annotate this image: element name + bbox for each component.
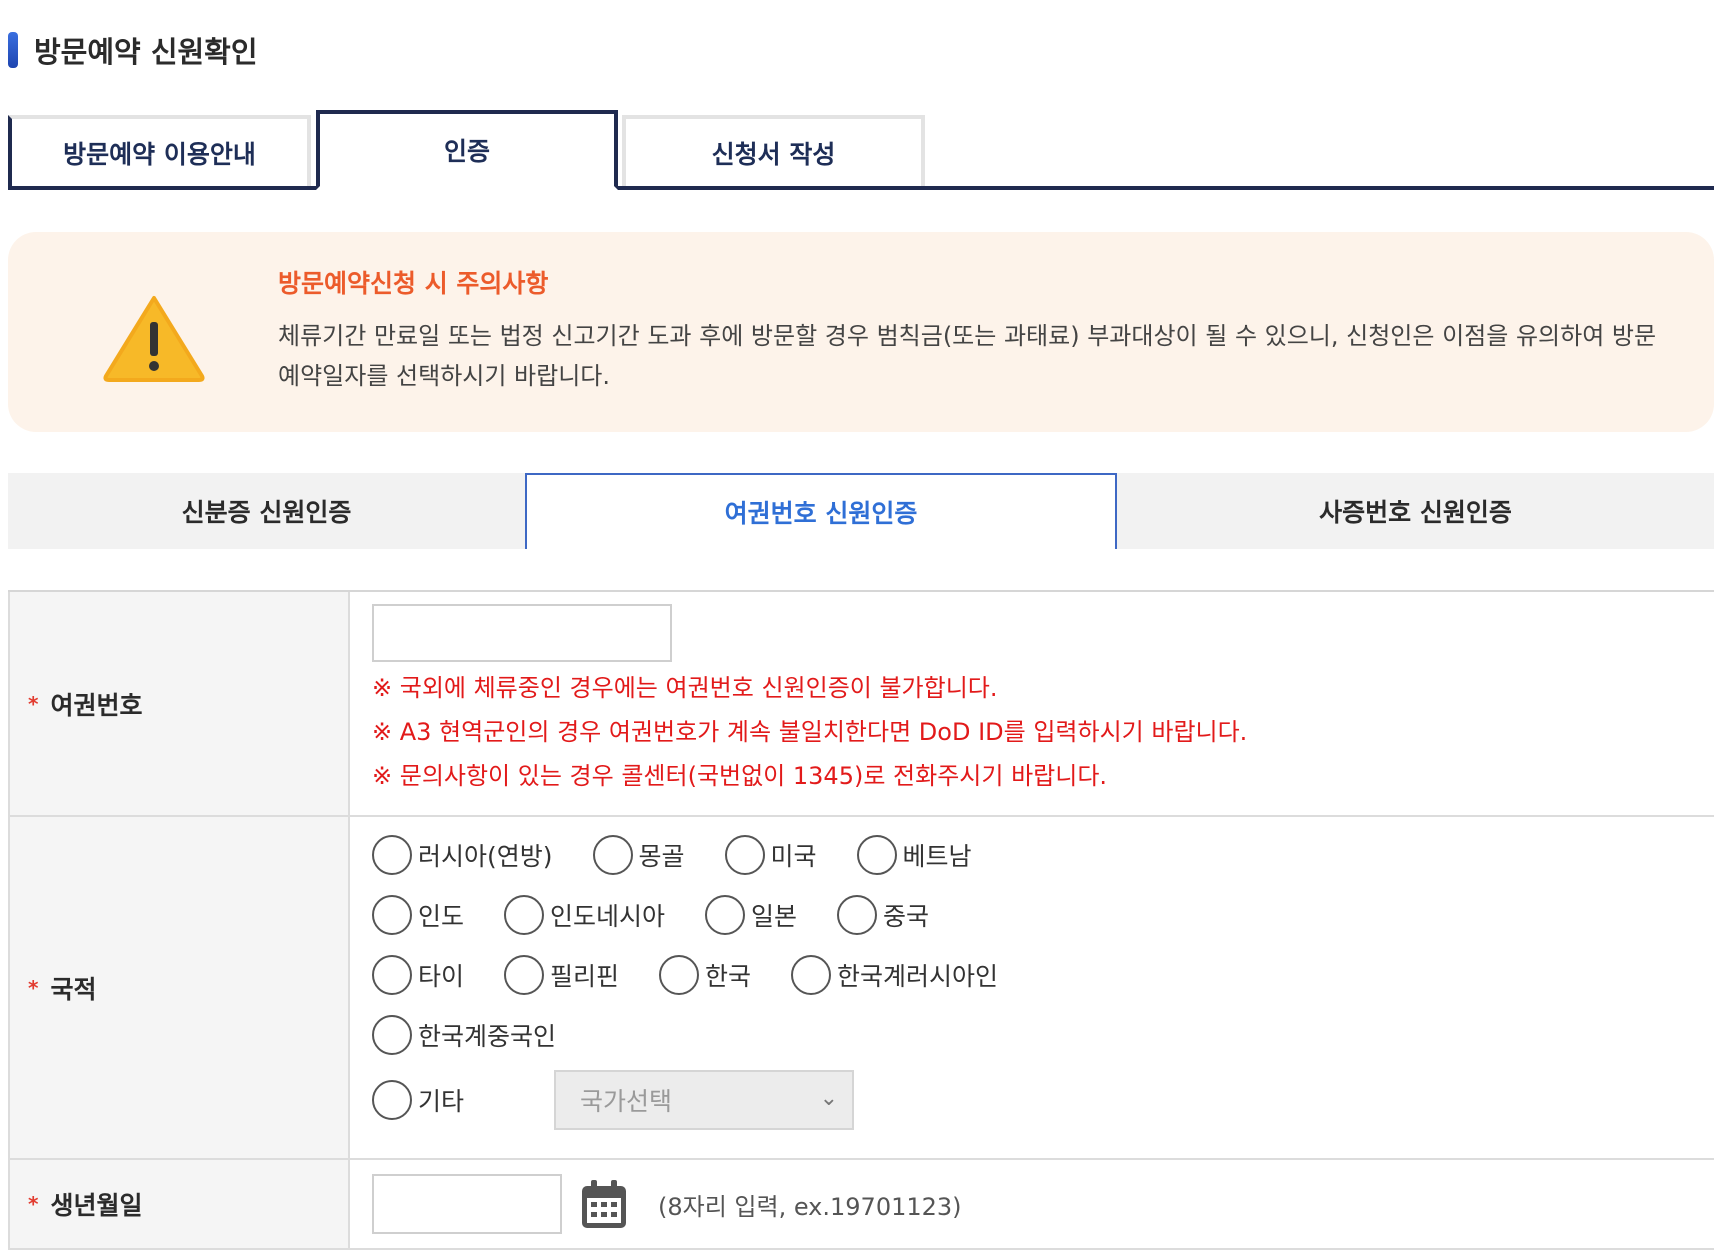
tab-id-card-auth[interactable]: 신분증 신원인증 [8,473,525,549]
radio-circle-icon[interactable] [592,835,633,875]
page-title: 방문예약 신원확인 [8,30,258,70]
radio-circle-icon[interactable] [837,895,878,935]
radio-circle-icon[interactable] [372,1080,412,1120]
radio-mongolia[interactable]: 몽골 [592,835,685,875]
radio-circle-icon[interactable] [856,835,897,875]
step-tab-auth[interactable]: 인증 [316,110,618,190]
passport-warning-2: ※ A3 현역군인의 경우 여권번호가 계속 불일치한다면 DoD ID를 입력… [372,718,1248,746]
radio-korean-russian[interactable]: 한국계러시아인 [791,955,998,995]
nationality-label: * 국적 [8,817,350,1158]
radio-circle-icon[interactable] [705,895,746,935]
radio-other[interactable]: 기타 [372,1080,464,1120]
radio-circle-icon[interactable] [372,1015,412,1055]
passport-row: * 여권번호 ※ 국외에 체류중인 경우에는 여권번호 신원인증이 불가합니다.… [8,592,1714,817]
calendar-icon[interactable] [580,1178,628,1230]
step-tab-guide[interactable]: 방문예약 이용안내 [8,115,311,186]
passport-warnings: ※ 국외에 체류중인 경우에는 여권번호 신원인증이 불가합니다. ※ A3 현… [372,666,1714,798]
passport-label: * 여권번호 [8,592,350,815]
birth-label-text: 생년월일 [50,1191,143,1220]
notice-body: 체류기간 만료일 또는 법정 신고기간 도과 후에 방문할 경우 범칙금(또는 … [278,322,1657,390]
passport-warning-1: ※ 국외에 체류중인 경우에는 여권번호 신원인증이 불가합니다. [372,674,998,702]
nationality-row: * 국적 러시아(연방) 몽골 미국 베트남 인도 인도네시아 일본 중국 타이… [8,817,1714,1160]
radio-circle-icon[interactable] [372,895,412,935]
warning-icon [103,296,205,382]
page-title-text: 방문예약 신원확인 [34,35,258,69]
passport-value-cell: ※ 국외에 체류중인 경우에는 여권번호 신원인증이 불가합니다. ※ A3 현… [350,592,1714,815]
passport-label-text: 여권번호 [50,690,143,720]
notice-box: 방문예약신청 시 주의사항 체류기간 만료일 또는 법정 신고기간 도과 후에 … [8,232,1714,432]
radio-indonesia[interactable]: 인도네시아 [504,895,665,935]
radio-usa[interactable]: 미국 [724,835,817,875]
radio-circle-icon[interactable] [372,835,412,875]
birth-value-cell: (8자리 입력, ex.19701123) [350,1160,1714,1248]
radio-circle-icon[interactable] [659,955,700,995]
auth-method-tabs: 신분증 신원인증 여권번호 신원인증 사증번호 신원인증 [8,473,1714,549]
radio-philippines[interactable]: 필리핀 [504,955,619,995]
auth-form: * 여권번호 ※ 국외에 체류중인 경우에는 여권번호 신원인증이 불가합니다.… [8,590,1714,1250]
radio-circle-icon[interactable] [504,895,545,935]
radio-thailand[interactable]: 타이 [372,955,464,995]
notice-title: 방문예약신청 시 주의사항 [278,269,549,298]
radio-korea[interactable]: 한국 [659,955,751,995]
tab-passport-auth[interactable]: 여권번호 신원인증 [525,473,1117,549]
required-mark: * [28,1192,39,1216]
birth-date-input[interactable] [372,1174,562,1234]
radio-china[interactable]: 중국 [837,895,929,935]
passport-warning-3: ※ 문의사항이 있는 경우 콜센터(국번없이 1345)로 전화주시기 바랍니다… [372,762,1108,790]
chevron-down-icon: ⌄ [819,1086,838,1111]
nationality-label-text: 국적 [50,974,97,1004]
radio-india[interactable]: 인도 [372,895,464,935]
radio-circle-icon[interactable] [372,955,412,995]
birth-label: * 생년월일 [8,1160,350,1248]
radio-russia[interactable]: 러시아(연방) [372,835,553,875]
nationality-value-cell: 러시아(연방) 몽골 미국 베트남 인도 인도네시아 일본 중국 타이 필리핀 … [350,817,1714,1158]
passport-input[interactable] [372,604,672,662]
required-mark: * [28,691,39,716]
radio-circle-icon[interactable] [791,955,832,995]
radio-korean-chinese[interactable]: 한국계중국인 [372,1015,556,1055]
birth-date-hint: (8자리 입력, ex.19701123) [658,1192,962,1221]
title-bar-icon [8,32,18,68]
country-select-placeholder: 국가선택 [580,1087,673,1116]
step-tab-application[interactable]: 신청서 작성 [622,115,925,186]
birth-row: * 생년월일 (8자리 입력, ex.19701123) [8,1160,1714,1250]
required-mark: * [28,975,39,1000]
radio-japan[interactable]: 일본 [705,895,797,935]
tab-visa-auth[interactable]: 사증번호 신원인증 [1117,473,1714,549]
step-tabs: 방문예약 이용안내 인증 신청서 작성 [8,110,1714,190]
radio-circle-icon[interactable] [504,955,545,995]
country-select[interactable]: 국가선택 ⌄ [554,1070,854,1130]
radio-circle-icon[interactable] [724,835,765,875]
radio-vietnam[interactable]: 베트남 [856,835,972,875]
